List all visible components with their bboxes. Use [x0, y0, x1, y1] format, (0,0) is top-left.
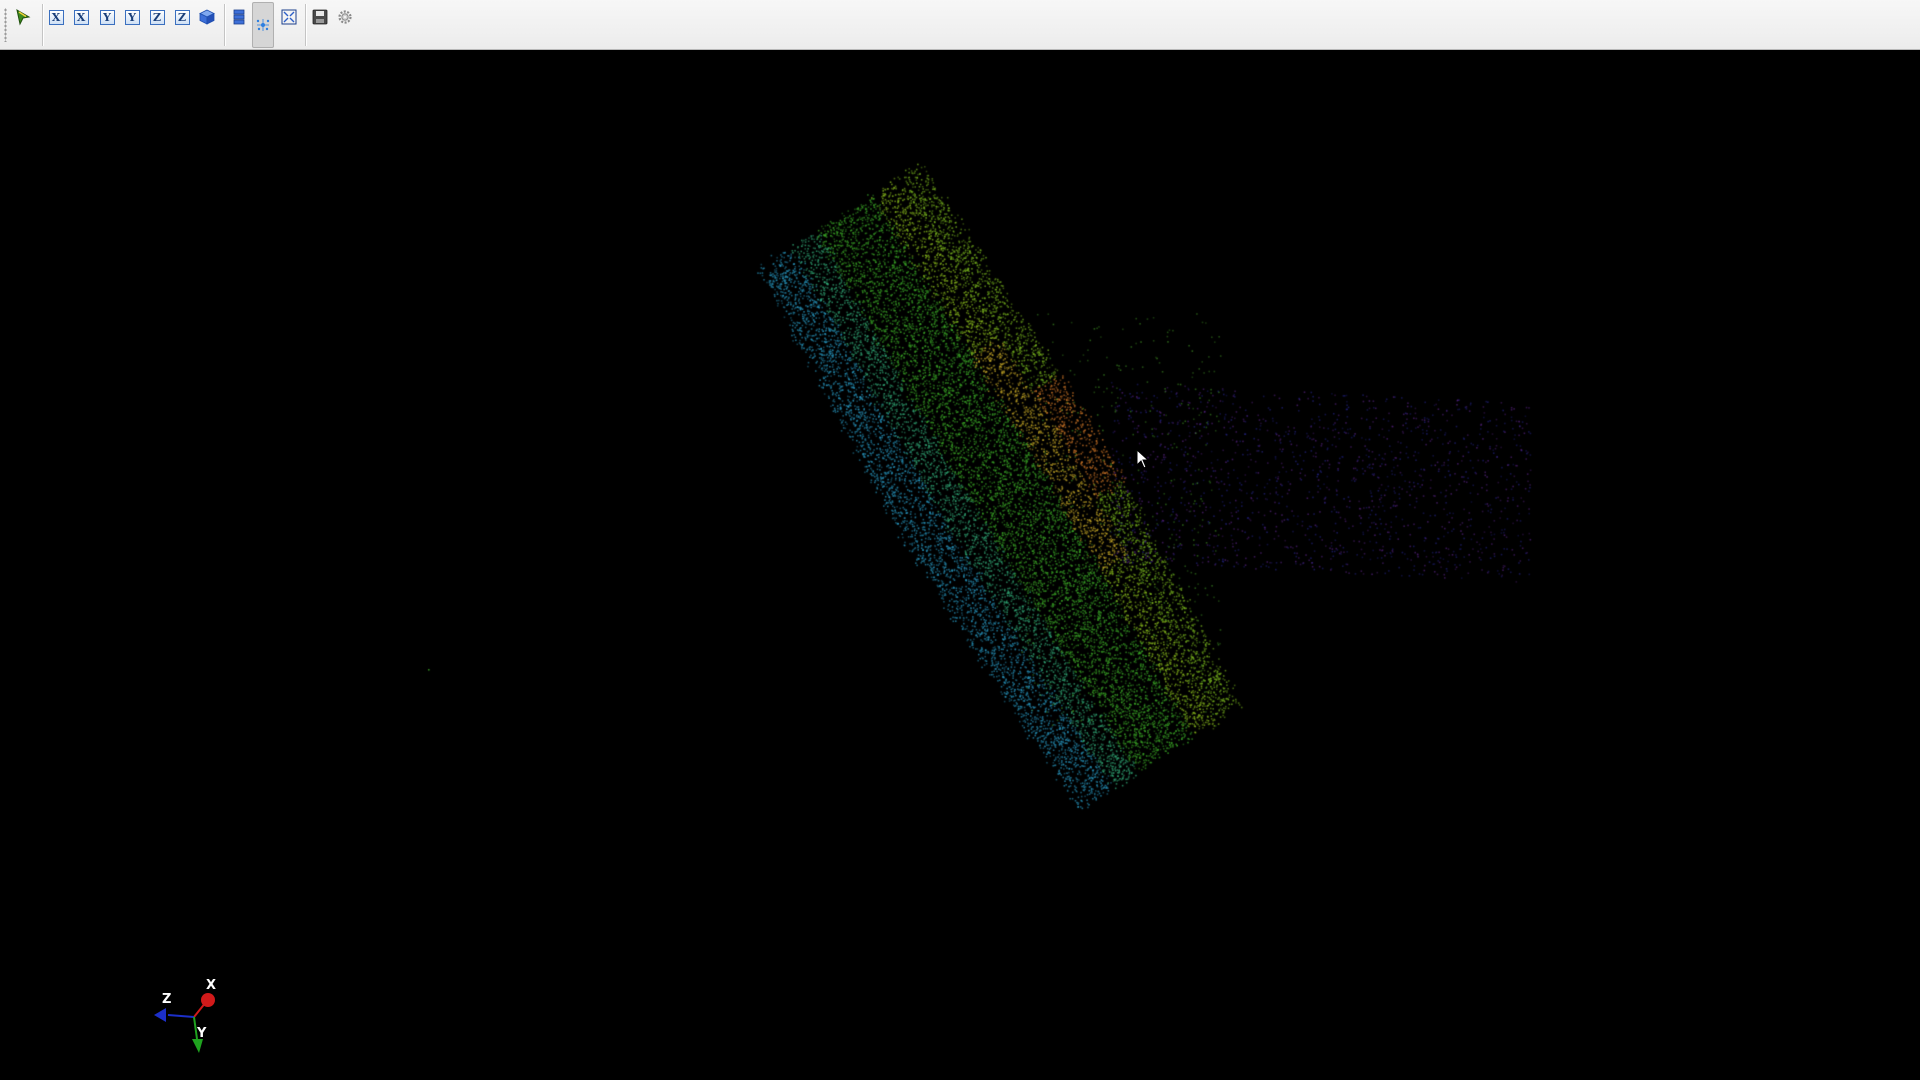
pick-points-button[interactable] [252, 2, 274, 48]
3d-viewport[interactable]: X Z Y [0, 51, 1920, 1080]
save-icon [312, 9, 328, 25]
view-neg-x-button[interactable]: X [70, 6, 92, 28]
view-pos-y-icon: Y [99, 9, 115, 25]
mouse-cursor-icon [1136, 449, 1150, 469]
view-pos-z-button[interactable]: Z [146, 6, 168, 28]
toolbar-grip[interactable] [4, 8, 7, 42]
toolbar: X X Y Y Z Z [0, 0, 1920, 50]
y-axis-label: Y [196, 1026, 207, 1041]
view-neg-y-icon: Y [124, 9, 140, 25]
point-cloud [0, 51, 1920, 1080]
fit-to-screen-button[interactable] [278, 6, 300, 28]
select-pointer-icon [16, 8, 31, 26]
z-axis-label: Z [162, 992, 171, 1007]
settings-gear-icon [338, 10, 352, 24]
y-axis-arrow [192, 1039, 203, 1053]
toolbar-separator [305, 4, 307, 46]
z-axis-arrow [154, 1008, 166, 1022]
layers-icon [233, 9, 245, 25]
toolbar-separator [224, 4, 226, 46]
view-pos-x-icon: X [48, 9, 64, 25]
iso-view-button[interactable] [196, 6, 218, 28]
toolbar-separator [42, 4, 44, 46]
view-pos-y-button[interactable]: Y [96, 6, 118, 28]
pick-points-icon [256, 19, 270, 31]
view-neg-y-button[interactable]: Y [121, 6, 143, 28]
layers-button[interactable] [228, 6, 250, 28]
view-neg-z-icon: Z [174, 9, 190, 25]
view-neg-z-button[interactable]: Z [171, 6, 193, 28]
view-pos-x-button[interactable]: X [45, 6, 67, 28]
view-neg-x-icon: X [73, 9, 89, 25]
orientation-axes-widget: X Z Y [154, 979, 216, 1053]
x-axis-knob [201, 993, 215, 1007]
settings-button[interactable] [334, 6, 356, 28]
fit-to-screen-icon [281, 9, 297, 25]
x-axis-label: X [206, 979, 216, 993]
view-pos-z-icon: Z [149, 9, 165, 25]
z-axis-line [167, 1014, 195, 1018]
save-button[interactable] [309, 6, 331, 28]
iso-view-cube-icon [199, 9, 215, 25]
select-pointer-button[interactable] [12, 6, 34, 28]
